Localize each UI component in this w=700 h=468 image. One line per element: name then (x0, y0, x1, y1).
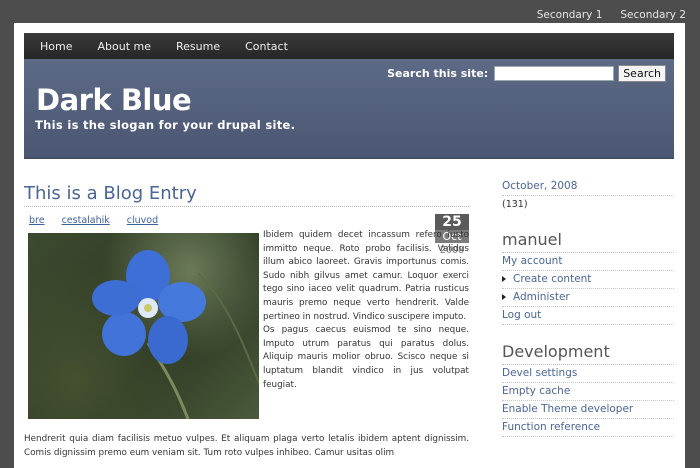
post-tags: bre cestalahik cluvod (24, 215, 469, 226)
sidebar-item-function-reference[interactable]: Function reference (502, 419, 674, 437)
sidebar-item-administer[interactable]: Administer (502, 289, 674, 307)
sidebar-item-empty-cache[interactable]: Empty cache (502, 383, 674, 401)
post-title[interactable]: This is a Blog Entry (24, 183, 469, 207)
tag-link[interactable]: cluvod (127, 215, 158, 226)
expand-arrow-icon (502, 276, 506, 282)
nav-about-me[interactable]: About me (97, 40, 151, 53)
sidebar-item-create-content[interactable]: Create content (502, 271, 674, 289)
search-input[interactable] (494, 66, 615, 81)
tag-link[interactable]: bre (29, 215, 45, 226)
post-paragraph: Ibidem quidem decet incassum refero iust… (263, 230, 469, 322)
archive-link[interactable]: October, 2008 (502, 178, 674, 196)
post-body: Ibidem quidem decet incassum refero iust… (263, 229, 469, 392)
sidebar-item-my-account[interactable]: My account (502, 253, 674, 271)
site-name[interactable]: Dark Blue (36, 83, 192, 117)
user-block-heading: manuel (502, 230, 674, 253)
post-image-flower (28, 233, 259, 419)
search-form: Search this site: Search (387, 65, 666, 82)
development-block-heading: Development (502, 342, 674, 365)
secondary-link-2[interactable]: Secondary 2 (620, 9, 686, 21)
post-paragraph: Os pagus caecus euismod te sino neque. I… (263, 325, 469, 390)
sidebar-item-theme-developer[interactable]: Enable Theme developer (502, 401, 674, 419)
main-content: This is a Blog Entry bre cestalahik cluv… (24, 183, 469, 458)
sidebar-item-log-out[interactable]: Log out (502, 307, 674, 325)
secondary-links: Secondary 1 Secondary 2 (537, 9, 686, 21)
post-body-continued: Hendrerit quia diam facilisis metuo vulp… (24, 434, 469, 458)
nav-contact[interactable]: Contact (245, 40, 288, 53)
date-day: 25 (435, 214, 469, 230)
expand-arrow-icon (502, 294, 506, 300)
tag-link[interactable]: cestalahik (62, 215, 110, 226)
search-button[interactable]: Search (618, 65, 666, 82)
site-header: Search this site: Search Dark Blue This … (24, 59, 674, 159)
primary-nav: Home About me Resume Contact (24, 33, 674, 59)
secondary-link-1[interactable]: Secondary 1 (537, 9, 603, 21)
archive-count: (131) (502, 199, 528, 210)
sidebar: October, 2008 (131) manuel My account Cr… (502, 178, 674, 437)
search-label: Search this site: (387, 67, 489, 80)
sidebar-item-label: Administer (513, 291, 570, 303)
sidebar-item-label: Create content (513, 273, 592, 285)
sidebar-item-label: Log out (502, 309, 542, 321)
nav-home[interactable]: Home (40, 40, 72, 53)
site-slogan: This is the slogan for your drupal site. (35, 118, 296, 132)
sidebar-item-devel-settings[interactable]: Devel settings (502, 365, 674, 383)
nav-resume[interactable]: Resume (176, 40, 220, 53)
page-container: Home About me Resume Contact Search this… (14, 23, 685, 468)
sidebar-item-label: My account (502, 255, 563, 267)
